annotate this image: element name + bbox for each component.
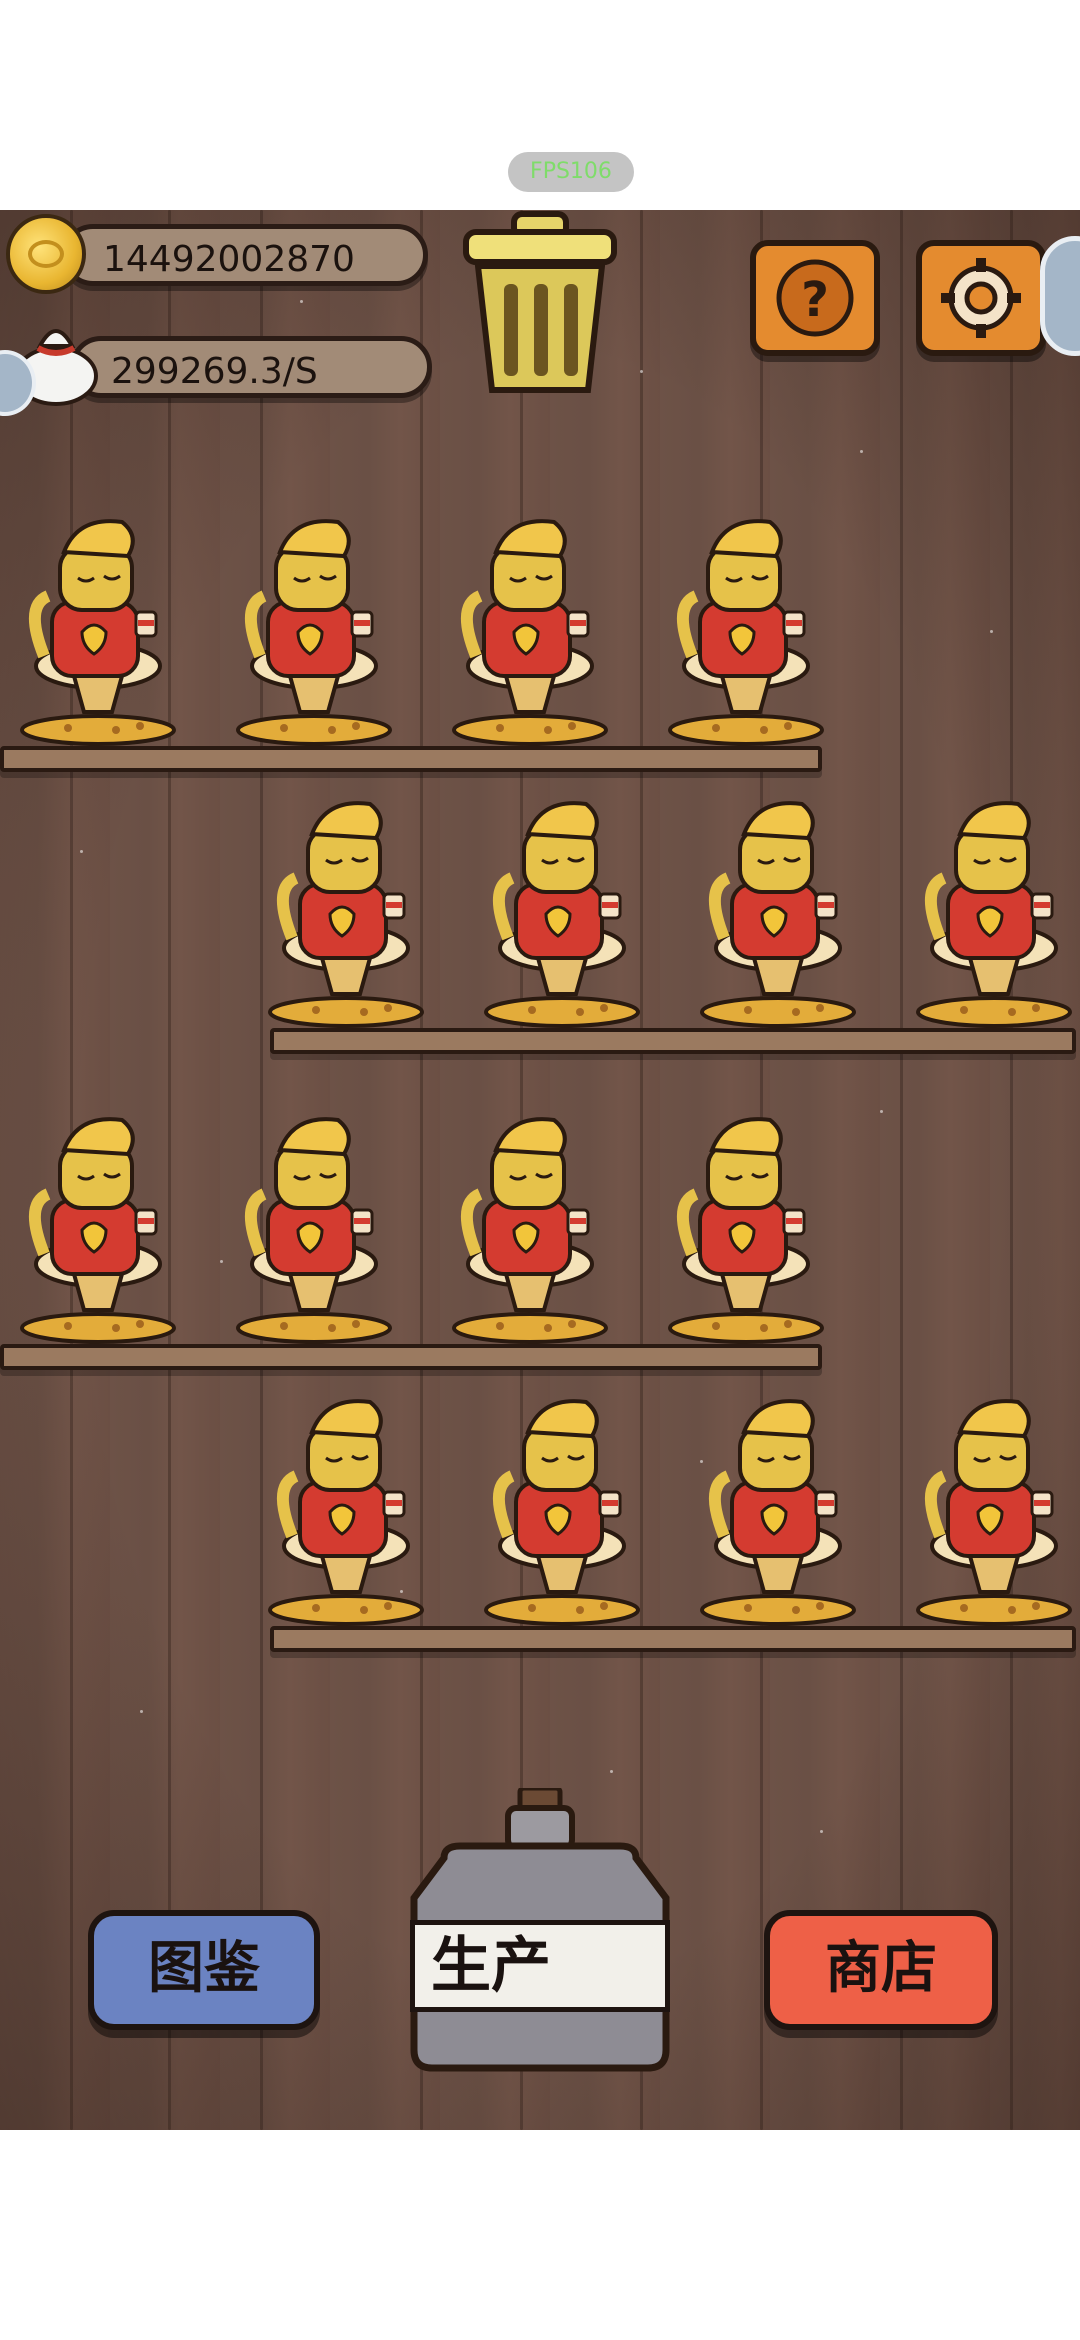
income-rate-pill: 299269.3/S: [70, 336, 432, 398]
cat-unit[interactable]: [698, 1396, 858, 1626]
cat-unit[interactable]: [914, 1396, 1074, 1626]
cat-unit[interactable]: [450, 516, 610, 746]
wooden-shelf: [270, 1028, 1076, 1054]
collection-label: 图鉴: [148, 1936, 260, 2001]
coin-icon: [6, 214, 86, 294]
wooden-shelf: [270, 1626, 1076, 1652]
coin-balance-pill: 14492002870: [62, 224, 428, 286]
collection-button[interactable]: 图鉴: [88, 1910, 320, 2030]
svg-text:?: ?: [801, 272, 829, 328]
cat-unit[interactable]: [482, 1396, 642, 1626]
wooden-shelf: [0, 1344, 822, 1370]
cat-unit[interactable]: [234, 516, 394, 746]
shop-label: 商店: [825, 1936, 937, 2001]
cat-unit[interactable]: [450, 1114, 610, 1344]
cat-unit[interactable]: [482, 798, 642, 1028]
fps-counter: FPS106: [508, 152, 634, 192]
wooden-shelf: [0, 746, 822, 772]
shop-button[interactable]: 商店: [764, 1910, 998, 2030]
income-rate: 299269.3/S: [111, 351, 318, 392]
settings-button[interactable]: [916, 240, 1046, 356]
side-badge-right[interactable]: [1040, 236, 1080, 356]
cat-unit[interactable]: [234, 1114, 394, 1344]
produce-button[interactable]: 生产: [410, 1920, 670, 2012]
cat-unit[interactable]: [266, 1396, 426, 1626]
coin-balance: 14492002870: [103, 239, 355, 280]
produce-label: 生产: [431, 1931, 551, 2001]
question-mark-icon: ?: [776, 259, 854, 337]
cat-unit[interactable]: [18, 516, 178, 746]
help-button[interactable]: ?: [750, 240, 880, 356]
cat-unit[interactable]: [18, 1114, 178, 1344]
cat-unit[interactable]: [266, 798, 426, 1028]
trash-can-icon[interactable]: [462, 210, 618, 398]
cat-unit[interactable]: [698, 798, 858, 1028]
cat-unit[interactable]: [666, 1114, 826, 1344]
cat-unit[interactable]: [914, 798, 1074, 1028]
gear-icon: [941, 258, 1021, 338]
cat-unit[interactable]: [666, 516, 826, 746]
